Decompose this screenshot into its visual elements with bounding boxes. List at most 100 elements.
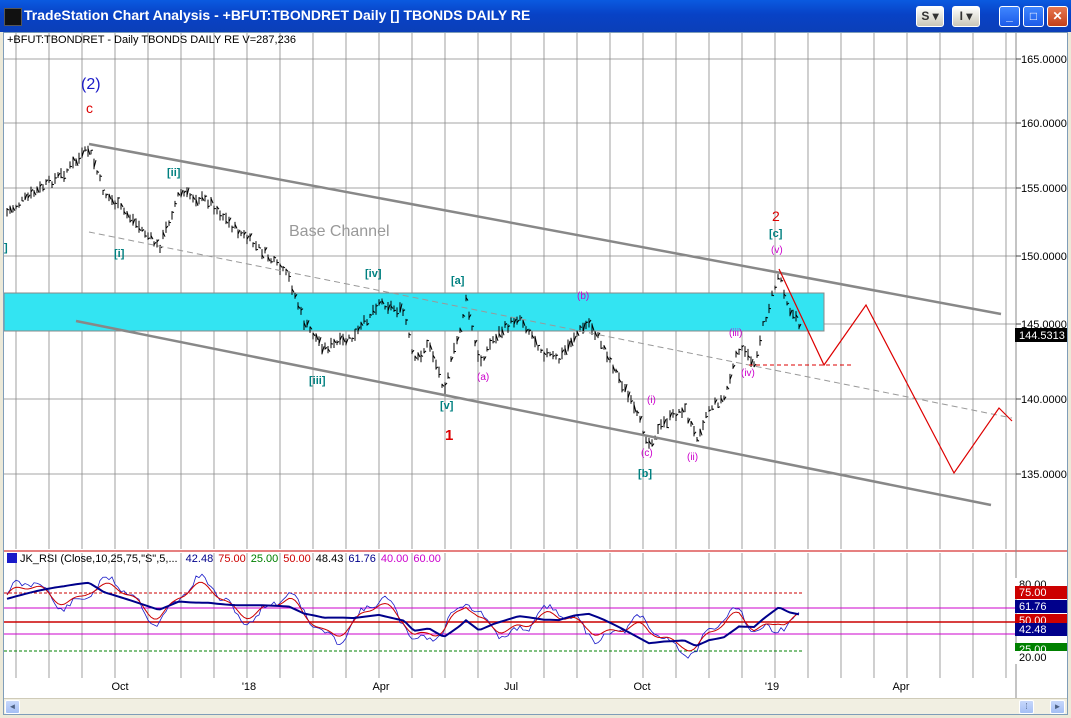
maximize-icon: □ — [1029, 9, 1038, 23]
price-bar-close — [207, 205, 211, 208]
app-icon[interactable] — [4, 8, 22, 26]
price-bar-close — [660, 425, 664, 428]
price-bar-close — [189, 194, 193, 196]
price-bar-close — [174, 202, 178, 205]
price-bar-close — [351, 337, 355, 340]
scroll-right-icon: ► — [1053, 702, 1062, 711]
rsi-lines — [6, 573, 800, 659]
rsi-legend: JK_RSI (Close,10,25,75,"S",5,... 42.48 75… — [7, 553, 451, 565]
price-bar-close — [546, 352, 550, 354]
price-tick-label: 165.0000 — [1021, 54, 1067, 66]
rsi-axis-label: 20.00 — [1019, 652, 1047, 664]
s-label: S — [921, 9, 930, 23]
minimize-button[interactable]: _ — [999, 6, 1020, 27]
i-dropdown-button[interactable]: I ▾ — [952, 6, 980, 27]
price-bar-close — [477, 353, 481, 356]
date-tick-label: Jul — [504, 681, 518, 693]
rsi-axis-label: 42.48 — [1019, 624, 1047, 636]
wave-label-c: [c] — [769, 228, 783, 240]
wave-label-iv: [iv] — [365, 268, 382, 280]
wave-label-iii: [iii] — [309, 375, 326, 387]
wave-label-b: [b] — [638, 468, 652, 480]
s-dropdown-button[interactable]: S ▾ — [916, 6, 944, 27]
wave-label-edge: ] — [4, 242, 8, 254]
rsi-value: 48.43 — [315, 553, 344, 565]
channel-upper-line — [88, 142, 1002, 316]
price-bar-close — [600, 347, 604, 349]
rsi-value: 50.00 — [283, 553, 311, 565]
price-bar-close — [537, 344, 541, 347]
date-tick-label: Oct — [111, 681, 128, 693]
wave-label-ii: [ii] — [167, 167, 181, 179]
price-tick-label: 155.0000 — [1021, 183, 1067, 195]
rsi-value: 40.00 — [380, 553, 409, 565]
wave-label-small-iv: (iv) — [741, 368, 755, 379]
maximize-button[interactable]: □ — [1023, 6, 1044, 27]
wave-label-small-c: (c) — [641, 448, 653, 459]
close-icon: ✕ — [1052, 9, 1063, 23]
date-axis: Oct '18 Apr Jul Oct '19 Apr — [111, 681, 909, 693]
price-axis: 165.0000160.0000155.0000150.0000145.0000… — [1016, 54, 1067, 481]
wave-label-small-i: (i) — [647, 395, 656, 406]
price-bar-close — [375, 305, 379, 307]
wave-label-a: [a] — [451, 275, 465, 287]
price-bar-close — [708, 409, 712, 412]
date-tick-label: '19 — [765, 681, 779, 693]
resistance-zone — [4, 292, 825, 332]
grip-icon: ⁞ — [1025, 702, 1028, 711]
wave-label-i: [i] — [114, 248, 125, 260]
scroll-left-icon: ◄ — [8, 702, 17, 711]
chart-canvas[interactable]: 165.0000160.0000155.0000150.0000145.0000… — [4, 33, 1067, 698]
price-bar-close — [288, 275, 292, 278]
wave-label-1: 1 — [445, 427, 453, 444]
rsi-value: 75.00 — [218, 553, 246, 565]
price-bar-close — [171, 211, 175, 213]
chart-window: 165.0000 160.0000 155.0000 150.0000 145.0000… — [3, 32, 1068, 715]
channel-label: Base Channel — [289, 223, 390, 240]
channel-lower-line — [75, 319, 992, 507]
rsi-value: 61.76 — [348, 553, 376, 565]
rsi-label: JK_RSI (Close,10,25,75,"S",5,... — [20, 553, 178, 565]
wave-label-2: 2 — [772, 208, 780, 224]
scroll-thumb[interactable]: ⁞ — [1019, 700, 1034, 714]
window-title: TradeStation Chart Analysis - +BFUT:TBON… — [24, 7, 531, 23]
rsi-axis-label: 75.00 — [1019, 587, 1047, 599]
wave-label-small-b: (b) — [577, 291, 589, 302]
price-tick-label: 160.0000 — [1021, 118, 1067, 130]
price-bar-close — [348, 337, 352, 339]
wave-label-c-top: c — [86, 100, 93, 116]
i-label: I — [959, 9, 963, 23]
rsi-value: 42.48 — [185, 553, 214, 565]
chart-info-line: +BFUT:TBONDRET - Daily TBONDS DAILY RE V… — [7, 34, 296, 46]
price-tick-label: 135.0000 — [1021, 469, 1067, 481]
price-bar-close — [762, 320, 766, 323]
minimize-icon: _ — [1006, 9, 1013, 23]
rsi-value: 60.00 — [413, 553, 441, 565]
price-bar-close — [555, 354, 559, 357]
rsi-value: 25.00 — [250, 553, 279, 565]
rsi-grid — [4, 592, 1016, 652]
horizontal-scrollbar[interactable]: ◄ ⁞ ► — [4, 698, 1067, 714]
date-tick-label: Oct — [633, 681, 650, 693]
wave-label-2-big: (2) — [81, 76, 101, 93]
scroll-right-button[interactable]: ► — [1050, 700, 1065, 714]
close-button[interactable]: ✕ — [1047, 6, 1068, 27]
scroll-left-button[interactable]: ◄ — [5, 700, 20, 714]
price-bar-close — [540, 349, 544, 352]
wave-label-small-ii: (ii) — [687, 452, 698, 463]
wave-label-small-iii: (iii) — [729, 328, 742, 339]
price-tick-label: 140.0000 — [1021, 394, 1067, 406]
last-price-label: 144.5313 — [1019, 330, 1065, 342]
rsi-swatch-icon — [7, 553, 17, 563]
title-bar: TradeStation Chart Analysis - +BFUT:TBON… — [0, 0, 1071, 32]
date-tick-label: Apr — [892, 681, 909, 693]
price-bar-close — [258, 247, 262, 249]
date-tick-label: '18 — [242, 681, 256, 693]
wave-label-small-v: (v) — [771, 245, 783, 256]
rsi-axis: 80.0075.0061.7650.0042.4825.0020.00 — [1015, 578, 1067, 664]
wave-label-small-a: (a) — [477, 372, 489, 383]
rsi-axis-label: 61.76 — [1019, 601, 1047, 613]
rsi-slow-line — [6, 581, 800, 647]
price-tick-label: 150.0000 — [1021, 251, 1067, 263]
grid-lines — [4, 33, 1016, 678]
